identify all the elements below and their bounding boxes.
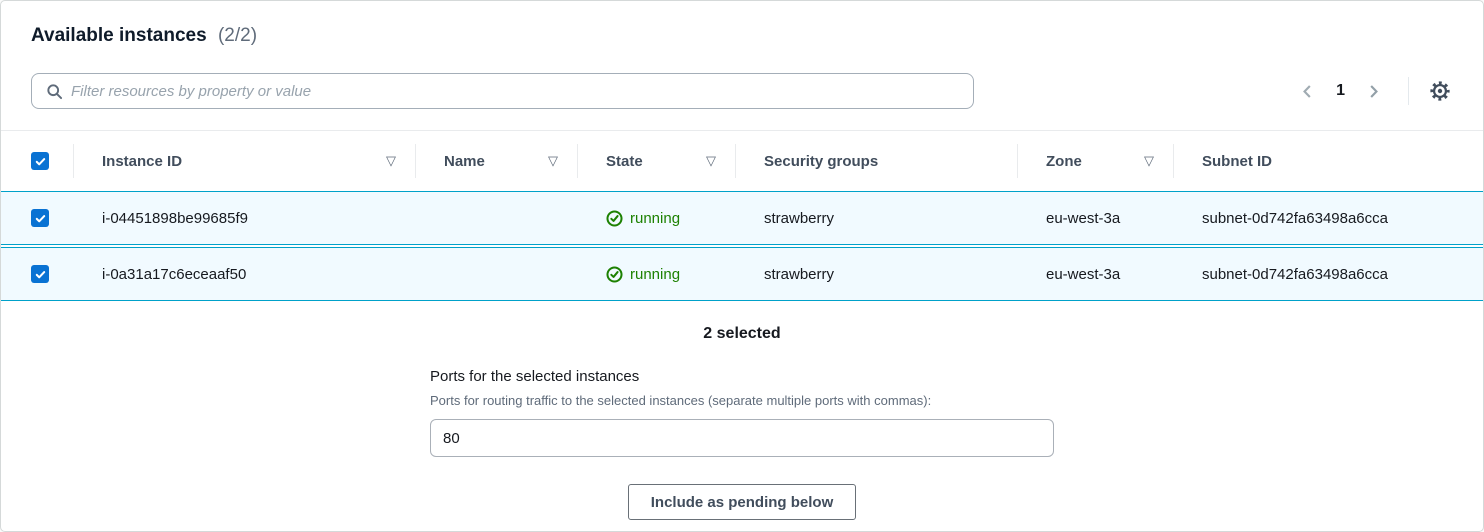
row-checkbox[interactable] bbox=[31, 265, 49, 283]
panel-title-text: Available instances bbox=[31, 25, 207, 46]
column-header-zone[interactable]: Zone ▽ bbox=[1018, 131, 1174, 191]
row-checkbox[interactable] bbox=[31, 209, 49, 227]
panel-header: Available instances (2/2) bbox=[1, 1, 1483, 109]
cell-state: running bbox=[578, 266, 736, 283]
page-title: Available instances (2/2) bbox=[31, 25, 1453, 47]
chevron-right-icon bbox=[1365, 83, 1382, 100]
ports-section: Ports for the selected instances Ports f… bbox=[430, 367, 1054, 457]
actions-row: Include as pending below bbox=[1, 484, 1483, 520]
previous-page-button[interactable] bbox=[1295, 79, 1320, 104]
cell-instance-id: i-0a31a17c6eceaaf50 bbox=[74, 266, 416, 283]
select-all-checkbox[interactable] bbox=[31, 152, 49, 170]
next-page-button[interactable] bbox=[1361, 79, 1386, 104]
table-row[interactable]: i-0a31a17c6eceaaf50 running strawberry e… bbox=[1, 247, 1483, 301]
check-icon bbox=[34, 212, 47, 225]
available-instances-panel: Available instances (2/2) bbox=[0, 0, 1484, 532]
column-header-subnet-id: Subnet ID bbox=[1174, 131, 1483, 191]
cell-security-groups: strawberry bbox=[736, 210, 1018, 227]
cell-zone: eu-west-3a bbox=[1018, 210, 1174, 227]
row-select-cell bbox=[1, 192, 74, 244]
instance-count: (2/2) bbox=[218, 25, 257, 46]
table-toolbar: 1 bbox=[31, 73, 1453, 109]
table-row[interactable]: i-04451898be99685f9 running strawberry e… bbox=[1, 191, 1483, 245]
cell-instance-id: i-04451898be99685f9 bbox=[74, 210, 416, 227]
toolbar-separator bbox=[1408, 77, 1409, 105]
cell-zone: eu-west-3a bbox=[1018, 266, 1174, 283]
sort-icon[interactable]: ▽ bbox=[548, 153, 558, 169]
state-label: running bbox=[630, 210, 680, 227]
column-header-name[interactable]: Name ▽ bbox=[416, 131, 578, 191]
gear-icon bbox=[1429, 80, 1451, 102]
selection-summary: 2 selected bbox=[1, 325, 1483, 343]
instances-table: Instance ID ▽ Name ▽ State ▽ Security gr… bbox=[1, 131, 1483, 301]
status-running-icon bbox=[606, 266, 623, 283]
filter-input-wrapper bbox=[31, 73, 974, 109]
include-as-pending-button[interactable]: Include as pending below bbox=[628, 484, 857, 520]
ports-label: Ports for the selected instances bbox=[430, 367, 1054, 387]
cell-security-groups: strawberry bbox=[736, 266, 1018, 283]
column-header-instance-id[interactable]: Instance ID ▽ bbox=[74, 131, 416, 191]
column-header-security-groups: Security groups bbox=[736, 131, 1018, 191]
check-icon bbox=[34, 155, 47, 168]
search-icon bbox=[46, 83, 63, 100]
ports-description: Ports for routing traffic to the selecte… bbox=[430, 393, 1054, 409]
chevron-left-icon bbox=[1299, 83, 1316, 100]
state-label: running bbox=[630, 266, 680, 283]
ports-input[interactable] bbox=[430, 419, 1054, 457]
filter-input[interactable] bbox=[69, 82, 963, 101]
cell-subnet-id: subnet-0d742fa63498a6cca bbox=[1174, 210, 1483, 227]
table-header-row: Instance ID ▽ Name ▽ State ▽ Security gr… bbox=[1, 131, 1483, 191]
sort-icon[interactable]: ▽ bbox=[706, 153, 716, 169]
check-icon bbox=[34, 268, 47, 281]
sort-icon[interactable]: ▽ bbox=[1144, 153, 1154, 169]
cell-state: running bbox=[578, 210, 736, 227]
pagination: 1 bbox=[1295, 77, 1453, 105]
select-all-cell bbox=[1, 131, 74, 191]
cell-subnet-id: subnet-0d742fa63498a6cca bbox=[1174, 266, 1483, 283]
status-running-icon bbox=[606, 210, 623, 227]
column-header-state[interactable]: State ▽ bbox=[578, 131, 736, 191]
row-select-cell bbox=[1, 248, 74, 300]
sort-icon[interactable]: ▽ bbox=[386, 153, 396, 169]
preferences-button[interactable] bbox=[1427, 78, 1453, 104]
current-page-number[interactable]: 1 bbox=[1336, 82, 1345, 100]
